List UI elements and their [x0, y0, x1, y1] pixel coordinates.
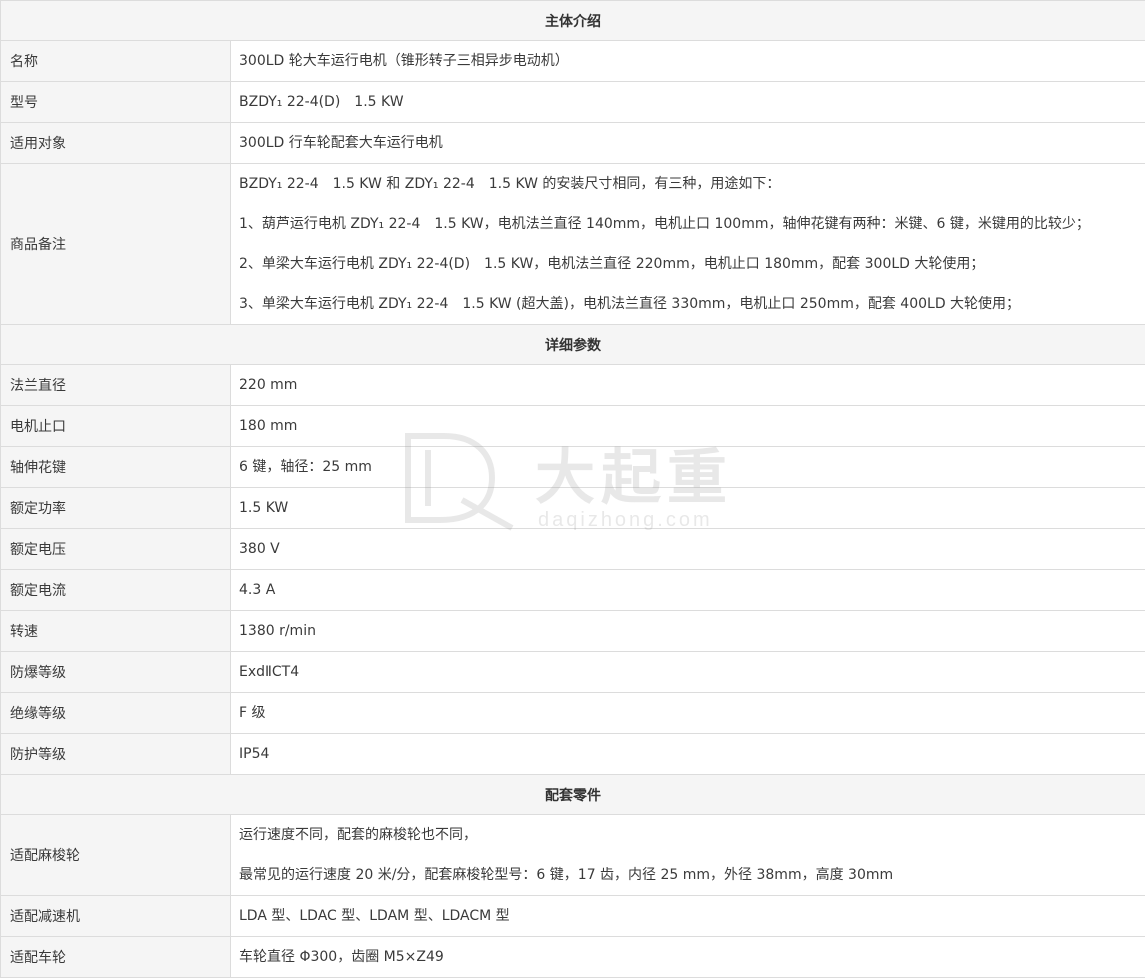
value-line: BZDY₁ 22-4 1.5 KW 和 ZDY₁ 22-4 1.5 KW 的安装…	[239, 164, 1145, 204]
row-label: 型号	[1, 82, 231, 123]
value-line: ExdⅡCT4	[239, 652, 1145, 692]
value-line: 380 V	[239, 529, 1145, 569]
value-line: 2、单梁大车运行电机 ZDY₁ 22-4(D) 1.5 KW，电机法兰直径 22…	[239, 244, 1145, 284]
value-line: 1、葫芦运行电机 ZDY₁ 22-4 1.5 KW，电机法兰直径 140mm，电…	[239, 204, 1145, 244]
row-value: 300LD 行车轮配套大车运行电机	[231, 123, 1145, 164]
row-label: 适配麻梭轮	[1, 815, 231, 896]
value-line: 300LD 行车轮配套大车运行电机	[239, 123, 1145, 163]
row-value: LDA 型、LDAC 型、LDAM 型、LDACM 型	[231, 896, 1145, 937]
row-value: 380 V	[231, 529, 1145, 570]
row-value: 运行速度不同，配套的麻梭轮也不同，最常见的运行速度 20 米/分，配套麻梭轮型号…	[231, 815, 1145, 896]
value-line: F 级	[239, 693, 1145, 733]
value-line: 1380 r/min	[239, 611, 1145, 651]
value-line: 6 键，轴径：25 mm	[239, 447, 1145, 487]
row-label: 适用对象	[1, 123, 231, 164]
row-value: F 级	[231, 693, 1145, 734]
row-value: 300LD 轮大车运行电机（锥形转子三相异步电动机）	[231, 41, 1145, 82]
row-value: 6 键，轴径：25 mm	[231, 447, 1145, 488]
table-row: 适配车轮车轮直径 Φ300，齿圈 M5×Z49	[1, 937, 1145, 978]
section-header: 主体介绍	[1, 1, 1145, 41]
table-row: 适配减速机LDA 型、LDAC 型、LDAM 型、LDACM 型	[1, 896, 1145, 937]
section-header: 配套零件	[1, 775, 1145, 815]
row-label: 额定功率	[1, 488, 231, 529]
value-line: 180 mm	[239, 406, 1145, 446]
row-value: 1380 r/min	[231, 611, 1145, 652]
row-label: 适配减速机	[1, 896, 231, 937]
table-row: 轴伸花键6 键，轴径：25 mm	[1, 447, 1145, 488]
row-label: 额定电流	[1, 570, 231, 611]
row-value: 220 mm	[231, 365, 1145, 406]
table-row: 商品备注BZDY₁ 22-4 1.5 KW 和 ZDY₁ 22-4 1.5 KW…	[1, 164, 1145, 325]
table-row: 防爆等级ExdⅡCT4	[1, 652, 1145, 693]
table-row: 额定电流4.3 A	[1, 570, 1145, 611]
row-label: 电机止口	[1, 406, 231, 447]
row-value: 180 mm	[231, 406, 1145, 447]
section-title: 主体介绍	[1, 1, 1145, 41]
row-value: IP54	[231, 734, 1145, 775]
row-label: 法兰直径	[1, 365, 231, 406]
table-row: 适配麻梭轮运行速度不同，配套的麻梭轮也不同，最常见的运行速度 20 米/分，配套…	[1, 815, 1145, 896]
spec-table: 主体介绍名称300LD 轮大车运行电机（锥形转子三相异步电动机）型号BZDY₁ …	[0, 0, 1145, 978]
table-row: 转速1380 r/min	[1, 611, 1145, 652]
value-line: 运行速度不同，配套的麻梭轮也不同，	[239, 815, 1145, 855]
value-line: 220 mm	[239, 365, 1145, 405]
section-title: 详细参数	[1, 325, 1145, 365]
table-row: 额定功率1.5 KW	[1, 488, 1145, 529]
value-line: LDA 型、LDAC 型、LDAM 型、LDACM 型	[239, 896, 1145, 936]
row-label: 绝缘等级	[1, 693, 231, 734]
spec-table-body: 主体介绍名称300LD 轮大车运行电机（锥形转子三相异步电动机）型号BZDY₁ …	[1, 1, 1145, 978]
value-line: 车轮直径 Φ300，齿圈 M5×Z49	[239, 937, 1145, 977]
value-line: 1.5 KW	[239, 488, 1145, 528]
section-title: 配套零件	[1, 775, 1145, 815]
row-value: BZDY₁ 22-4(D) 1.5 KW	[231, 82, 1145, 123]
row-value: 4.3 A	[231, 570, 1145, 611]
row-label: 轴伸花键	[1, 447, 231, 488]
row-label: 适配车轮	[1, 937, 231, 978]
table-row: 绝缘等级F 级	[1, 693, 1145, 734]
table-row: 名称300LD 轮大车运行电机（锥形转子三相异步电动机）	[1, 41, 1145, 82]
row-value: 1.5 KW	[231, 488, 1145, 529]
row-label: 防爆等级	[1, 652, 231, 693]
value-line: IP54	[239, 734, 1145, 774]
row-label: 转速	[1, 611, 231, 652]
row-label: 防护等级	[1, 734, 231, 775]
table-row: 法兰直径220 mm	[1, 365, 1145, 406]
table-row: 防护等级IP54	[1, 734, 1145, 775]
value-line: 4.3 A	[239, 570, 1145, 610]
table-row: 适用对象300LD 行车轮配套大车运行电机	[1, 123, 1145, 164]
row-label: 额定电压	[1, 529, 231, 570]
value-line: 3、单梁大车运行电机 ZDY₁ 22-4 1.5 KW (超大盖)，电机法兰直径…	[239, 284, 1145, 324]
table-row: 额定电压380 V	[1, 529, 1145, 570]
row-value: 车轮直径 Φ300，齿圈 M5×Z49	[231, 937, 1145, 978]
row-label: 名称	[1, 41, 231, 82]
row-value: BZDY₁ 22-4 1.5 KW 和 ZDY₁ 22-4 1.5 KW 的安装…	[231, 164, 1145, 325]
value-line: BZDY₁ 22-4(D) 1.5 KW	[239, 82, 1145, 122]
section-header: 详细参数	[1, 325, 1145, 365]
value-line: 300LD 轮大车运行电机（锥形转子三相异步电动机）	[239, 41, 1145, 81]
value-line: 最常见的运行速度 20 米/分，配套麻梭轮型号：6 键，17 齿，内径 25 m…	[239, 855, 1145, 895]
row-label: 商品备注	[1, 164, 231, 325]
row-value: ExdⅡCT4	[231, 652, 1145, 693]
table-row: 型号BZDY₁ 22-4(D) 1.5 KW	[1, 82, 1145, 123]
table-row: 电机止口180 mm	[1, 406, 1145, 447]
